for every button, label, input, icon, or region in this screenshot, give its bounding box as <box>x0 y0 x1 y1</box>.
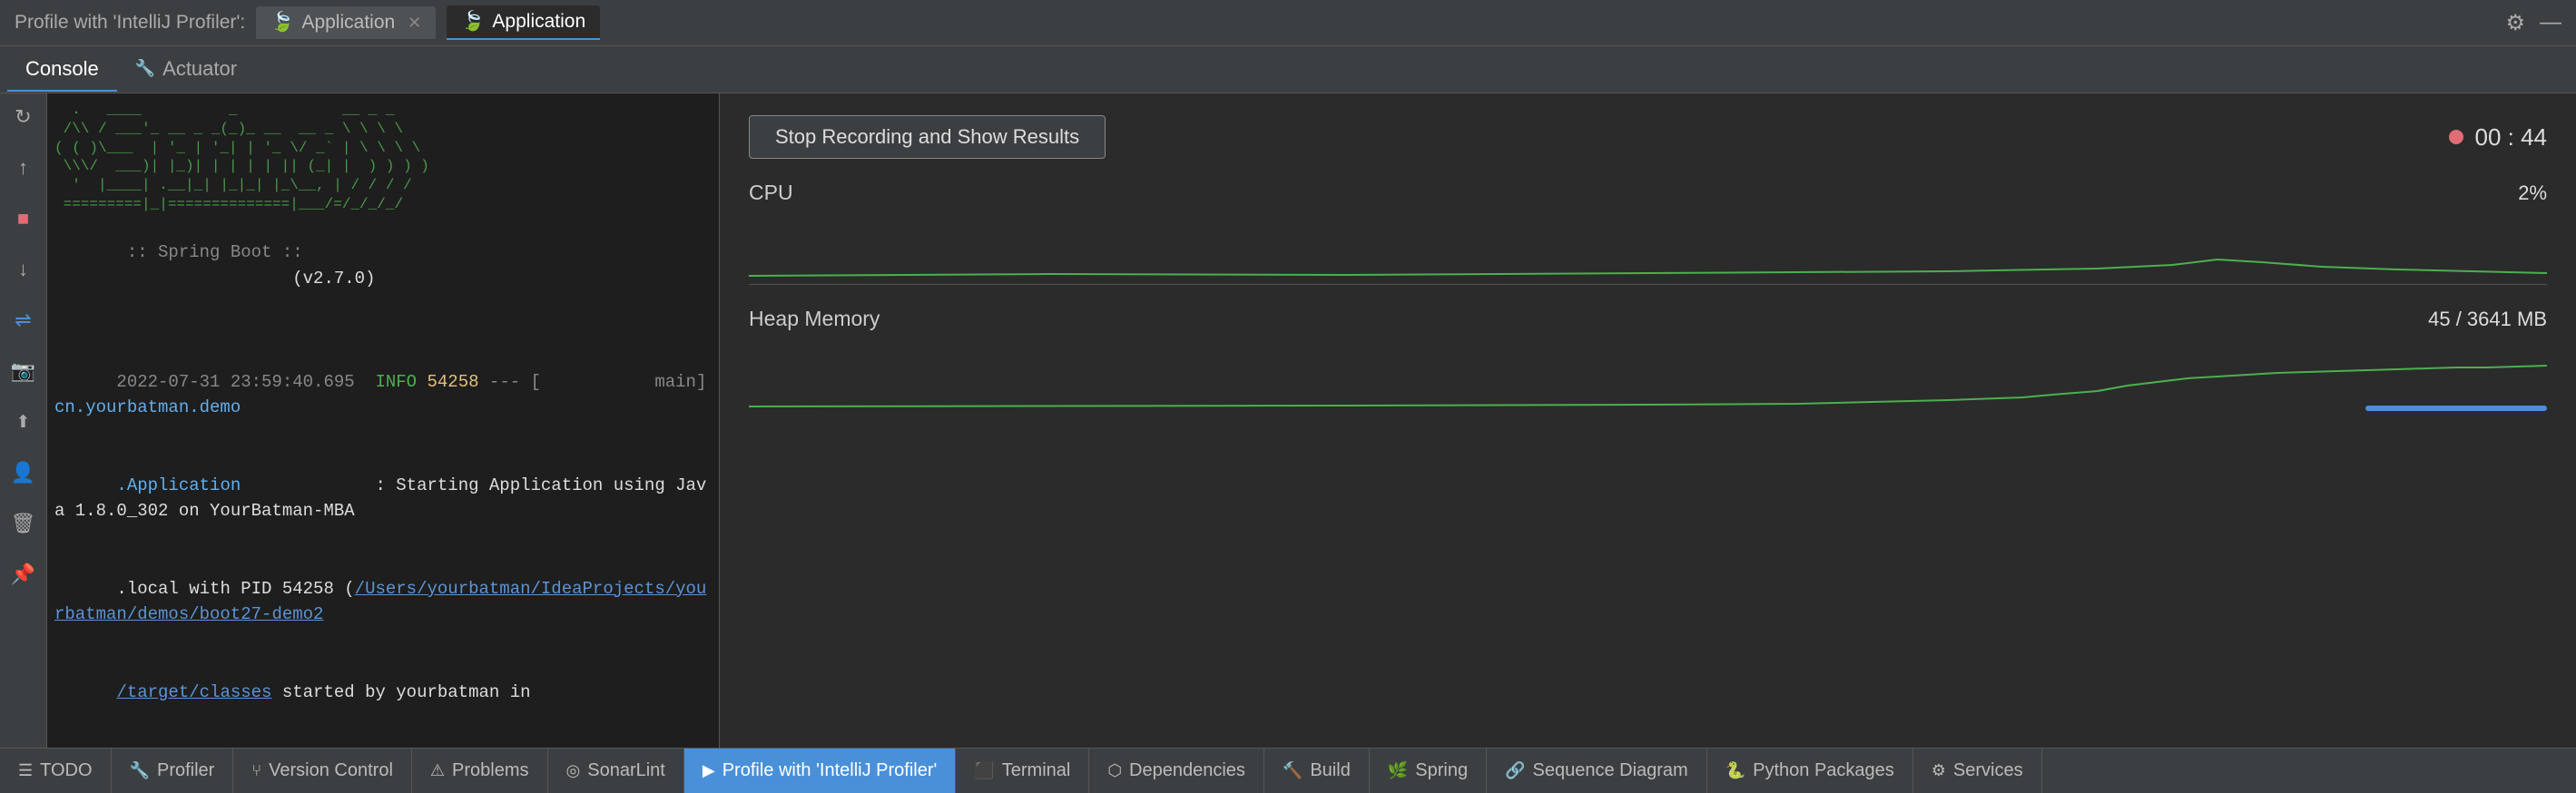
status-profiler[interactable]: 🔧 Profiler <box>112 749 234 793</box>
scroll-up-icon[interactable]: ↑ <box>7 152 40 184</box>
close-tab-icon[interactable]: ✕ <box>408 14 421 33</box>
status-terminal[interactable]: ⬛ Terminal <box>956 749 1089 793</box>
cpu-header-row: CPU 2% <box>749 181 2547 205</box>
spring-label: Spring <box>1415 760 1468 781</box>
status-todo[interactable]: ☰ TODO <box>0 749 112 793</box>
tab-application-inactive[interactable]: 🍃 Application ✕ <box>256 6 436 39</box>
sonarlint-icon: ◎ <box>566 761 581 780</box>
terminal-icon: ⬛ <box>974 761 994 780</box>
status-problems[interactable]: ⚠ Problems <box>412 749 548 793</box>
right-panel: Stop Recording and Show Results 00 : 44 … <box>719 93 2576 748</box>
problems-label: Problems <box>452 760 528 781</box>
tab-actuator[interactable]: 🔧 Actuator <box>117 48 255 92</box>
recording-indicator <box>2449 130 2463 144</box>
status-python-packages[interactable]: 🐍 Python Packages <box>1707 749 1913 793</box>
sequence-label: Sequence Diagram <box>1532 760 1687 781</box>
python-label: Python Packages <box>1753 760 1894 781</box>
tab-console[interactable]: Console <box>7 48 117 92</box>
build-icon: 🔨 <box>1283 761 1303 780</box>
heap-scrollbar[interactable] <box>2365 406 2547 411</box>
sequence-icon: 🔗 <box>1505 761 1525 780</box>
ascii-art: . ____ _ __ _ _ /\\ / ___'_ __ _ _(_)_ _… <box>54 101 712 214</box>
user-icon[interactable]: 👤 <box>7 456 40 489</box>
title-bar: Profile with 'IntelliJ Profiler': 🍃 Appl… <box>0 0 2576 46</box>
cpu-section: CPU 2% <box>749 181 2547 285</box>
main-content: ↻ ↑ ■ ↓ ⇌ 📷 ⬆ 👤 🗑 📌 . ____ _ __ _ _ /\\ … <box>0 93 2576 748</box>
heap-chart-svg <box>749 338 2547 411</box>
log-line-1d: /target/classes started by yourbatman in <box>54 653 712 731</box>
inactive-tab-label: Application <box>301 12 395 34</box>
delete-icon[interactable]: 🗑 <box>7 507 40 540</box>
heap-chart <box>749 338 2547 411</box>
camera-icon[interactable]: 📷 <box>7 355 40 387</box>
actuator-tab-label: Actuator <box>162 57 237 81</box>
status-services[interactable]: ⚙ Services <box>1913 749 2042 793</box>
todo-label: TODO <box>40 760 92 781</box>
timer-section: 00 : 44 <box>2449 123 2547 152</box>
heap-section: Heap Memory 45 / 3641 MB <box>749 307 2547 411</box>
build-label: Build <box>1310 760 1350 781</box>
sonarlint-label: SonarLint <box>587 760 665 781</box>
profiler-icon: 🔧 <box>130 761 150 780</box>
stop-icon[interactable]: ■ <box>7 202 40 235</box>
refresh-icon[interactable]: ↻ <box>7 101 40 133</box>
tab-bar: Console 🔧 Actuator <box>0 46 2576 93</box>
status-dependencies[interactable]: ⬡ Dependencies <box>1089 749 1264 793</box>
deps-icon: ⬡ <box>1107 761 1122 780</box>
status-sequence-diagram[interactable]: 🔗 Sequence Diagram <box>1487 749 1707 793</box>
tab-application-active[interactable]: 🍃 Application <box>447 5 600 40</box>
cpu-label: CPU <box>749 181 793 205</box>
run-profile-label: Profile with 'IntelliJ Profiler' <box>723 760 938 781</box>
log-line-1e: /Users/yourbatman/IdeaProjects/yourbatma… <box>54 731 712 748</box>
problems-icon: ⚠ <box>430 761 445 780</box>
pin-icon[interactable]: 📌 <box>7 558 40 591</box>
heap-value: 45 / 3641 MB <box>2428 308 2547 331</box>
minimize-icon[interactable]: — <box>2540 10 2561 35</box>
log-line-1c: .local with PID 54258 (/Users/yourbatman… <box>54 550 712 653</box>
deps-label: Dependencies <box>1129 760 1245 781</box>
spring-boot-banner: :: Spring Boot :: (v2.7.0) <box>54 214 712 318</box>
active-tab-label: Application <box>492 11 585 33</box>
sidebar: ↻ ↑ ■ ↓ ⇌ 📷 ⬆ 👤 🗑 📌 <box>0 93 47 748</box>
heap-label: Heap Memory <box>749 307 880 331</box>
log-line-1b: .Application : Starting Application usin… <box>54 446 712 550</box>
status-spring[interactable]: 🌿 Spring <box>1370 749 1487 793</box>
services-label: Services <box>1953 760 2023 781</box>
vcs-label: Version Control <box>269 760 393 781</box>
scroll-down-icon[interactable]: ↓ <box>7 253 40 286</box>
profiler-label: Profiler <box>157 760 214 781</box>
title-bar-right: ⚙ — <box>2505 10 2561 36</box>
spring-icon: 🌿 <box>1388 761 1408 780</box>
status-version-control[interactable]: ⑂ Version Control <box>233 749 412 793</box>
status-build[interactable]: 🔨 Build <box>1264 749 1370 793</box>
console-panel[interactable]: . ____ _ __ _ _ /\\ / ___'_ __ _ _(_)_ _… <box>47 93 719 748</box>
status-sonarlint[interactable]: ◎ SonarLint <box>548 749 684 793</box>
python-icon: 🐍 <box>1726 761 1745 780</box>
wrap-icon[interactable]: ⇌ <box>7 304 40 337</box>
timer-value: 00 : 44 <box>2474 123 2547 152</box>
terminal-label: Terminal <box>1002 760 1071 781</box>
status-profile-run[interactable]: ▶ Profile with 'IntelliJ Profiler' <box>684 749 956 793</box>
console-tab-label: Console <box>25 57 99 81</box>
run-profile-icon: ▶ <box>703 761 715 780</box>
profile-label: Profile with 'IntelliJ Profiler': <box>15 12 245 34</box>
title-bar-left: Profile with 'IntelliJ Profiler': 🍃 Appl… <box>15 5 600 40</box>
cpu-chart-svg <box>749 212 2547 285</box>
settings-icon[interactable]: ⚙ <box>2505 10 2525 36</box>
status-bar: ☰ TODO 🔧 Profiler ⑂ Version Control ⚠ Pr… <box>0 748 2576 793</box>
stop-recording-button[interactable]: Stop Recording and Show Results <box>749 115 1106 159</box>
vcs-icon: ⑂ <box>251 761 261 780</box>
heap-header-row: Heap Memory 45 / 3641 MB <box>749 307 2547 331</box>
log-line-1: 2022-07-31 23:59:40.695 INFO 54258 --- [… <box>54 343 712 446</box>
services-icon: ⚙ <box>1932 761 1946 780</box>
cpu-value: 2% <box>2518 181 2547 205</box>
todo-icon: ☰ <box>18 761 33 780</box>
cpu-chart <box>749 212 2547 285</box>
import-icon[interactable]: ⬆ <box>7 406 40 438</box>
